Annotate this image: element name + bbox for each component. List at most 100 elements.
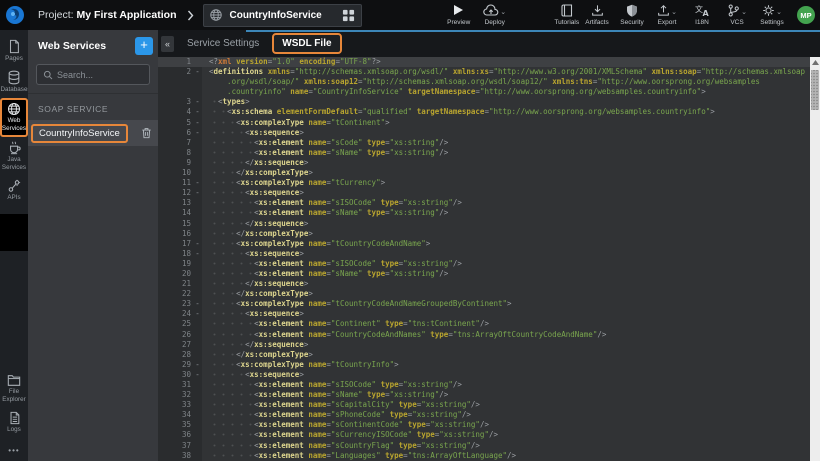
gutter[interactable]: 8 — [158, 148, 202, 158]
gutter[interactable]: 4- — [158, 107, 202, 117]
code-line[interactable]: 4- <xs:schema elementFormDefault="qualif… — [158, 107, 810, 117]
sidebar-item-databases[interactable]: Databases — [0, 67, 28, 98]
sidebar-item-logs[interactable]: Logs — [0, 408, 28, 438]
gutter[interactable]: 32 — [158, 390, 202, 400]
gutter[interactable]: 31 — [158, 380, 202, 390]
code-line[interactable]: 30- <xs:sequence> — [158, 370, 810, 380]
code-line[interactable]: 5- <xs:complexType name="tContinent"> — [158, 118, 810, 128]
gutter[interactable]: 29- — [158, 360, 202, 370]
gutter[interactable]: 6- — [158, 128, 202, 138]
code-line[interactable]: 34 <xs:element name="sPhoneCode" type="x… — [158, 410, 810, 420]
gutter[interactable]: 11- — [158, 178, 202, 188]
export-button[interactable]: ⌄ Export — [654, 4, 680, 26]
code-line[interactable]: 8 <xs:element name="sName" type="xs:stri… — [158, 148, 810, 158]
deploy-button[interactable]: ⌄ Deploy — [482, 4, 508, 26]
code-line[interactable]: 3- <types> — [158, 97, 810, 107]
code-line[interactable]: 38 <xs:element name="Languages" type="tn… — [158, 451, 810, 461]
code-line[interactable]: 24- <xs:sequence> — [158, 309, 810, 319]
code-lines[interactable]: 1<?xml version="1.0" encoding="UTF-8"?>2… — [158, 57, 810, 461]
project-breadcrumb[interactable]: Project: My First Application — [38, 9, 176, 21]
gutter[interactable]: 23- — [158, 299, 202, 309]
code-line[interactable]: 23- <xs:complexType name="tCountryCodeAn… — [158, 299, 810, 309]
gutter[interactable]: 21 — [158, 279, 202, 289]
sidebar-item-pages[interactable]: Pages — [0, 36, 28, 67]
code-line[interactable]: 2-<definitions xmlns="http://schemas.xml… — [158, 67, 810, 77]
code-line[interactable]: 35 <xs:element name="sContinentCode" typ… — [158, 420, 810, 430]
gutter[interactable]: 14 — [158, 208, 202, 218]
gutter[interactable]: 7 — [158, 138, 202, 148]
code-line[interactable]: 14 <xs:element name="sName" type="xs:str… — [158, 208, 810, 218]
code-line[interactable]: 32 <xs:element name="sName" type="xs:str… — [158, 390, 810, 400]
code-line[interactable]: 12- <xs:sequence> — [158, 188, 810, 198]
code-line[interactable]: 1<?xml version="1.0" encoding="UTF-8"?> — [158, 57, 810, 67]
gutter[interactable]: 36 — [158, 430, 202, 440]
code-line[interactable]: 28 </xs:complexType> — [158, 350, 810, 360]
gutter[interactable]: 16 — [158, 229, 202, 239]
i18n-button[interactable]: 文 A I18N — [689, 4, 715, 26]
gutter[interactable]: 18- — [158, 249, 202, 259]
gutter[interactable]: 37 — [158, 441, 202, 451]
code-line[interactable]: 19 <xs:element name="sISOCode" type="xs:… — [158, 259, 810, 269]
gutter[interactable] — [158, 77, 202, 87]
preview-button[interactable]: Preview — [446, 4, 472, 26]
tutorials-button[interactable]: Tutorials — [554, 4, 580, 26]
code-line[interactable]: 7 <xs:element name="sCode" type="xs:stri… — [158, 138, 810, 148]
artifacts-button[interactable]: Artifacts — [584, 4, 610, 26]
editor-scrollbar[interactable] — [810, 57, 820, 461]
code-line[interactable]: 15 </xs:sequence> — [158, 219, 810, 229]
code-line[interactable]: 13 <xs:element name="sISOCode" type="xs:… — [158, 198, 810, 208]
add-service-button[interactable]: + — [135, 37, 153, 55]
code-line[interactable]: 22 </xs:complexType> — [158, 289, 810, 299]
gutter[interactable]: 28 — [158, 350, 202, 360]
gutter[interactable]: 17- — [158, 239, 202, 249]
settings-button[interactable]: ⌄ Settings — [759, 4, 785, 26]
gutter[interactable]: 20 — [158, 269, 202, 279]
code-line[interactable]: 17- <xs:complexType name="tCountryCodeAn… — [158, 239, 810, 249]
service-list-item[interactable]: CountryInfoService — [28, 120, 158, 146]
vcs-button[interactable]: ⌄ VCS — [724, 4, 750, 26]
search-box[interactable] — [36, 64, 150, 85]
gutter[interactable]: 33 — [158, 400, 202, 410]
gutter[interactable]: 19 — [158, 259, 202, 269]
scrollbar-thumb[interactable] — [811, 70, 819, 110]
code-line[interactable]: 26 <xs:element name="CountryCodeAndNames… — [158, 330, 810, 340]
service-name[interactable]: CountryInfoService — [31, 124, 128, 143]
gutter[interactable]: 26 — [158, 330, 202, 340]
gutter[interactable] — [158, 87, 202, 97]
code-line[interactable]: .countryinfo" name="CountryInfoService" … — [158, 87, 810, 97]
security-button[interactable]: Security — [619, 4, 645, 26]
collapse-sidebar-button[interactable]: « — [161, 36, 174, 52]
gutter[interactable]: 13 — [158, 198, 202, 208]
scroll-up-arrow-icon[interactable] — [810, 57, 820, 68]
gutter[interactable]: 1 — [158, 57, 202, 67]
gutter[interactable]: 2- — [158, 67, 202, 77]
code-line[interactable]: 9 </xs:sequence> — [158, 158, 810, 168]
sidebar-item-file-explorer[interactable]: File Explorer — [0, 371, 28, 408]
code-line[interactable]: 33 <xs:element name="sCapitalCity" type=… — [158, 400, 810, 410]
tab-wsdl-file[interactable]: WSDL File — [272, 33, 341, 54]
code-line[interactable]: 29- <xs:complexType name="tCountryInfo"> — [158, 360, 810, 370]
code-line[interactable]: 18- <xs:sequence> — [158, 249, 810, 259]
code-line[interactable]: .org/wsdl/soap/" xmlns:soap12="http://sc… — [158, 77, 810, 87]
code-line[interactable]: 21 </xs:sequence> — [158, 279, 810, 289]
gutter[interactable]: 35 — [158, 420, 202, 430]
gutter[interactable]: 34 — [158, 410, 202, 420]
code-line[interactable]: 6- <xs:sequence> — [158, 128, 810, 138]
gutter[interactable]: 9 — [158, 158, 202, 168]
gutter[interactable]: 15 — [158, 219, 202, 229]
gutter[interactable]: 38 — [158, 451, 202, 461]
gutter[interactable]: 22 — [158, 289, 202, 299]
code-line[interactable]: 37 <xs:element name="sCountryFlag" type=… — [158, 441, 810, 451]
gutter[interactable]: 5- — [158, 118, 202, 128]
code-line[interactable]: 25 <xs:element name="Continent" type="tn… — [158, 319, 810, 329]
code-line[interactable]: 20 <xs:element name="sName" type="xs:str… — [158, 269, 810, 279]
sidebar-item-apis[interactable]: APIs — [0, 176, 28, 206]
gutter[interactable]: 3- — [158, 97, 202, 107]
code-line[interactable]: 31 <xs:element name="sISOCode" type="xs:… — [158, 380, 810, 390]
gutter[interactable]: 25 — [158, 319, 202, 329]
app-logo[interactable] — [0, 0, 30, 30]
code-line[interactable]: 36 <xs:element name="sCurrencyISOCode" t… — [158, 430, 810, 440]
sidebar-item-java-services[interactable]: Java Services — [0, 137, 28, 176]
code-line[interactable]: 27 </xs:sequence> — [158, 340, 810, 350]
gutter[interactable]: 27 — [158, 340, 202, 350]
